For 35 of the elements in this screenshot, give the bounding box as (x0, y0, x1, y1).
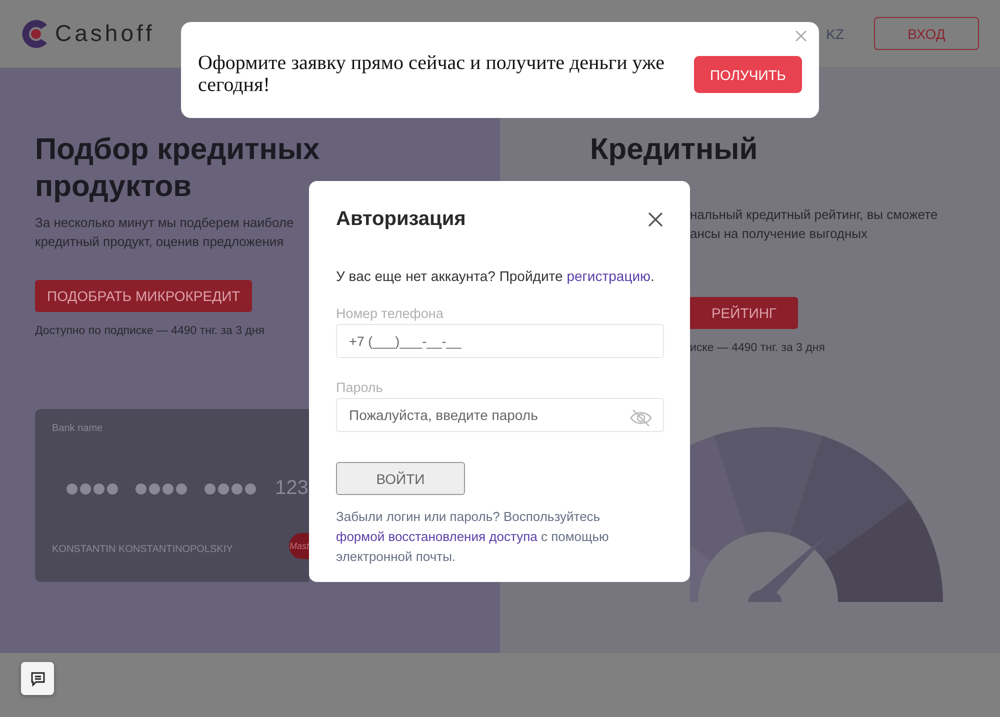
masked-digits-icon (66, 482, 118, 494)
section-title: Подбор кредитных продуктов (35, 132, 321, 205)
chat-icon (30, 670, 46, 686)
recovery-text: Забыли логин или пароль? Воспользуйтесь формой восстановления доступа с помощью электронной почты. (336, 508, 610, 566)
login-button[interactable]: ВХОД (874, 17, 979, 50)
card-number: 123 (275, 477, 308, 500)
bank-name: Bank name (52, 423, 103, 434)
masked-digits-icon (135, 482, 187, 494)
card-brand-logo: Mast (289, 533, 309, 559)
promo-text: Оформите заявку прямо сейчас и получите деньги уже сегодня! (198, 52, 666, 96)
logo-text: Cashoff (55, 20, 155, 47)
rating-button[interactable]: РЕЙТИНГ (690, 297, 798, 329)
description-text: За несколько минут мы подберем наиболе (35, 214, 294, 232)
masked-digits-icon (204, 482, 256, 494)
register-prompt: У вас еще нет аккаунта? Пройдите регистрацию. (336, 268, 656, 284)
description-text: ансы на получение выгодных (690, 225, 868, 243)
register-link[interactable]: регистрацию (566, 268, 651, 284)
subscription-note: Доступно по подписке — 4490 тнг. за 3 дня (35, 325, 266, 337)
card-holder: KONSTANTIN KONSTANTINOPOLSKIY (52, 544, 233, 555)
dialog-title: Авторизация (336, 208, 466, 231)
login-submit-button[interactable]: ВОЙТИ (336, 462, 465, 495)
close-icon[interactable] (648, 212, 663, 227)
language-switch[interactable]: KZ (826, 26, 844, 42)
recovery-link[interactable]: формой восстановления доступа (336, 529, 538, 544)
get-button[interactable]: ПОЛУЧИТЬ (694, 56, 802, 93)
description-text: кредитный продукт, оценив предложения (35, 233, 284, 251)
pick-loan-button[interactable]: ПОДОБРАТЬ МИКРОКРЕДИТ (35, 280, 252, 312)
chat-button[interactable] (21, 662, 54, 695)
subscription-note: иске — 4490 тнг. за 3 дня (690, 342, 826, 354)
field-label: Номер телефона (336, 306, 444, 321)
section-title: Кредитный (590, 132, 759, 168)
description-text: нальный кредитный рейтинг, вы сможете (690, 206, 938, 224)
password-field[interactable]: Пожалуйста, введите пароль (336, 398, 664, 432)
field-label: Пароль (336, 380, 384, 395)
phone-field[interactable]: +7 (___)___-__-__ (336, 324, 664, 358)
